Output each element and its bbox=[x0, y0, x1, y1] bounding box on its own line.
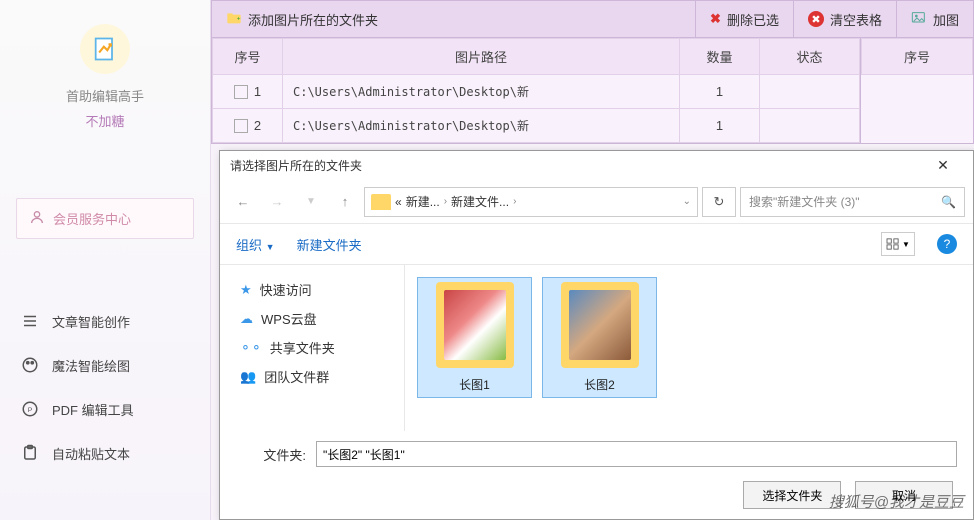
svg-text:+: + bbox=[237, 15, 241, 22]
refresh-button[interactable]: ↻ bbox=[702, 187, 736, 217]
dialog-titlebar: 请选择图片所在的文件夹 ✕ bbox=[220, 151, 973, 180]
x-icon: ✖ bbox=[710, 11, 721, 27]
dialog-toolbar: 组织 ▼ 新建文件夹 ▼ ? bbox=[220, 224, 973, 265]
toolbar: +添加图片所在的文件夹 ✖删除已选 ✖清空表格 加图 bbox=[211, 0, 974, 38]
tree-team-files[interactable]: 👥团队文件群 bbox=[234, 362, 390, 391]
cancel-button[interactable]: 取消 bbox=[855, 481, 953, 509]
dialog-footer: 文件夹: bbox=[220, 431, 973, 477]
svg-text:P: P bbox=[28, 407, 33, 414]
back-button[interactable]: ← bbox=[228, 187, 258, 217]
cloud-icon: ☁ bbox=[240, 311, 253, 327]
chevron-right-icon: › bbox=[513, 196, 516, 207]
team-icon: 👥 bbox=[240, 369, 256, 385]
search-input[interactable]: 搜索"新建文件夹 (3)" 🔍 bbox=[740, 187, 965, 217]
folder-label: 文件夹: bbox=[236, 445, 306, 464]
sidebar: 首助编辑高手 不加糖 会员服务中心 文章智能创作 魔法智能绘图 PPDF 编辑工… bbox=[0, 0, 211, 520]
star-icon: ★ bbox=[240, 282, 252, 298]
side-table: 序号 bbox=[861, 38, 974, 144]
member-service-link[interactable]: 会员服务中心 bbox=[16, 198, 194, 239]
folder-tree: ★快速访问 ☁WPS云盘 ⚬⚬共享文件夹 👥团队文件群 bbox=[220, 265, 405, 431]
image-plus-icon bbox=[911, 11, 927, 28]
breadcrumb[interactable]: « 新建... › 新建文件... › ⌄ bbox=[364, 187, 698, 217]
nav-pdf-edit[interactable]: PPDF 编辑工具 bbox=[0, 387, 210, 431]
app-name: 首助编辑高手 bbox=[0, 86, 210, 105]
table-header-row: 序号 图片路径 数量 状态 bbox=[213, 39, 860, 75]
chevron-right-icon: › bbox=[444, 196, 447, 207]
tree-shared-folder[interactable]: ⚬⚬共享文件夹 bbox=[234, 333, 390, 362]
folder-thumbnail-icon bbox=[436, 282, 514, 368]
paste-icon bbox=[20, 443, 40, 463]
recent-dropdown[interactable]: ▼ bbox=[296, 187, 326, 217]
clear-icon: ✖ bbox=[808, 11, 824, 27]
nav-magic-draw[interactable]: 魔法智能绘图 bbox=[0, 343, 210, 387]
app-subtitle: 不加糖 bbox=[0, 111, 210, 130]
select-folder-button[interactable]: 选择文件夹 bbox=[743, 481, 841, 509]
share-icon: ⚬⚬ bbox=[240, 340, 262, 356]
tree-wps-cloud[interactable]: ☁WPS云盘 bbox=[234, 304, 390, 333]
folder-thumbnail-icon bbox=[561, 282, 639, 368]
nav-article[interactable]: 文章智能创作 bbox=[0, 299, 210, 343]
forward-button[interactable]: → bbox=[262, 187, 292, 217]
search-icon: 🔍 bbox=[941, 195, 956, 209]
palette-icon bbox=[20, 355, 40, 375]
app-logo-icon bbox=[80, 24, 130, 74]
folder-name-input[interactable] bbox=[316, 441, 957, 467]
help-button[interactable]: ? bbox=[937, 234, 957, 254]
list-icon bbox=[20, 311, 40, 331]
pdf-icon: P bbox=[20, 399, 40, 419]
organize-menu[interactable]: 组织 ▼ bbox=[236, 235, 275, 254]
main-table: 序号 图片路径 数量 状态 1 C:\Users\Administrator\D… bbox=[211, 38, 861, 144]
view-mode-button[interactable]: ▼ bbox=[881, 232, 915, 256]
nav-auto-paste[interactable]: 自动粘贴文本 bbox=[0, 431, 210, 475]
new-folder-button[interactable]: 新建文件夹 bbox=[297, 235, 362, 254]
tree-quick-access[interactable]: ★快速访问 bbox=[234, 275, 390, 304]
row-checkbox[interactable] bbox=[234, 85, 248, 99]
logo-area: 首助编辑高手 不加糖 bbox=[0, 0, 210, 138]
table-row[interactable]: 1 C:\Users\Administrator\Desktop\新 1 bbox=[213, 75, 860, 109]
folder-item[interactable]: 长图1 bbox=[417, 277, 532, 398]
delete-selected-button[interactable]: ✖删除已选 bbox=[696, 1, 794, 37]
add-folder-button[interactable]: +添加图片所在的文件夹 bbox=[212, 1, 696, 37]
folder-content: 长图1 长图2 bbox=[405, 265, 973, 431]
dialog-nav: ← → ▼ ↑ « 新建... › 新建文件... › ⌄ ↻ 搜索"新建文件夹… bbox=[220, 180, 973, 224]
table-row[interactable]: 2 C:\Users\Administrator\Desktop\新 1 bbox=[213, 109, 860, 143]
folder-item[interactable]: 长图2 bbox=[542, 277, 657, 398]
row-checkbox[interactable] bbox=[234, 119, 248, 133]
nav-list: 文章智能创作 魔法智能绘图 PPDF 编辑工具 自动粘贴文本 bbox=[0, 299, 210, 475]
close-button[interactable]: ✕ bbox=[923, 157, 963, 174]
user-icon bbox=[29, 209, 45, 228]
folder-plus-icon: + bbox=[226, 11, 242, 28]
dialog-title: 请选择图片所在的文件夹 bbox=[230, 157, 362, 174]
add-image-button[interactable]: 加图 bbox=[897, 1, 973, 37]
chevron-down-icon[interactable]: ⌄ bbox=[683, 196, 691, 207]
folder-icon bbox=[371, 194, 391, 210]
member-link-label: 会员服务中心 bbox=[53, 209, 131, 228]
clear-table-button[interactable]: ✖清空表格 bbox=[794, 1, 897, 37]
folder-picker-dialog: 请选择图片所在的文件夹 ✕ ← → ▼ ↑ « 新建... › 新建文件... … bbox=[219, 150, 974, 520]
up-button[interactable]: ↑ bbox=[330, 187, 360, 217]
